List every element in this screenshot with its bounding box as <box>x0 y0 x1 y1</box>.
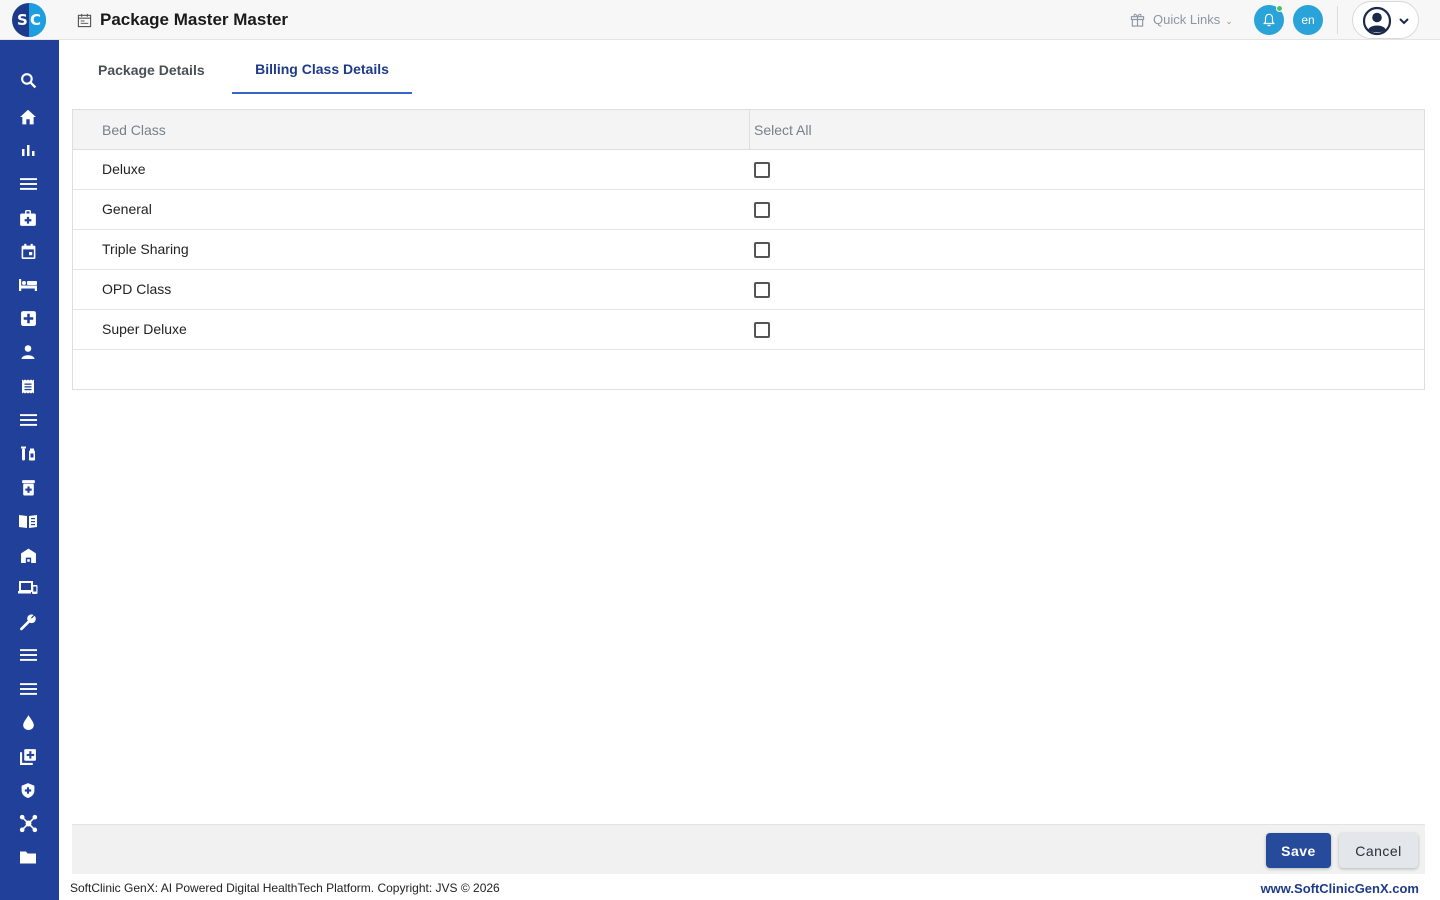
page-title: Package Master Master <box>100 10 289 29</box>
blood-drop-icon[interactable] <box>18 712 38 732</box>
quick-links-dropdown[interactable]: Quick Links ⌄ <box>1130 9 1233 29</box>
folder-icon[interactable] <box>18 847 38 867</box>
gift-icon <box>1130 13 1145 27</box>
bed-class-cell: General <box>102 201 152 217</box>
table-row: Triple Sharing <box>73 230 1424 270</box>
medical-cross-icon[interactable] <box>18 308 38 328</box>
language-button[interactable]: en <box>1293 5 1323 35</box>
tab-billing-class-details[interactable]: Billing Class Details <box>232 52 412 94</box>
caret-down-icon: ⌄ <box>1225 15 1233 26</box>
bed-class-checkbox[interactable] <box>754 322 770 338</box>
bed-class-checkbox[interactable] <box>754 242 770 258</box>
logo-letter-s: S <box>17 11 28 29</box>
menu-list-icon[interactable] <box>18 645 38 665</box>
column-divider <box>749 110 750 150</box>
page-form-icon <box>77 13 92 28</box>
bed-class-cell: Triple Sharing <box>102 241 189 257</box>
table-row: Deluxe <box>73 150 1424 190</box>
sidebar <box>0 40 59 900</box>
profile-menu-button[interactable] <box>1352 1 1419 39</box>
network-icon[interactable] <box>18 813 38 833</box>
devices-icon[interactable] <box>18 578 38 598</box>
pharmacy-icon[interactable] <box>18 477 38 497</box>
receipt-icon[interactable] <box>18 376 38 396</box>
tab-package-details[interactable]: Package Details <box>98 52 205 94</box>
medical-id-icon[interactable] <box>18 208 38 228</box>
column-header-bed-class: Bed Class <box>102 122 166 138</box>
bar-chart-icon[interactable] <box>18 140 38 160</box>
header-divider <box>1337 6 1338 34</box>
save-button[interactable]: Save <box>1266 833 1331 868</box>
bed-class-cell: OPD Class <box>102 281 172 297</box>
select-all-header[interactable]: Select All <box>754 110 812 150</box>
bed-class-cell: Super Deluxe <box>102 321 187 337</box>
bell-icon <box>1263 13 1275 27</box>
menu-list-icon[interactable] <box>18 679 38 699</box>
add-library-icon[interactable] <box>18 746 38 766</box>
wrench-icon[interactable] <box>18 612 38 632</box>
website-link[interactable]: www.SoftClinicGenX.com <box>1261 881 1419 897</box>
bed-class-checkbox[interactable] <box>754 162 770 178</box>
table-empty-row <box>73 350 1424 389</box>
bed-icon[interactable] <box>18 275 38 295</box>
menu-list-icon[interactable] <box>18 410 38 430</box>
user-avatar-icon <box>1362 6 1392 36</box>
book-icon[interactable] <box>18 511 38 531</box>
billing-class-table: Bed Class Select All Deluxe General Trip… <box>72 109 1425 390</box>
bed-class-checkbox[interactable] <box>754 282 770 298</box>
copyright-text: SoftClinic GenX: AI Powered Digital Heal… <box>70 881 500 895</box>
top-header: S C Package Master Master Quick Links ⌄ … <box>0 0 1440 40</box>
table-row: General <box>73 190 1424 230</box>
table-header: Bed Class Select All <box>73 110 1424 150</box>
bed-class-checkbox[interactable] <box>754 202 770 218</box>
chevron-down-icon <box>1399 18 1409 25</box>
logo-letter-c: C <box>30 11 42 29</box>
lab-vials-icon[interactable] <box>18 443 38 463</box>
table-row: OPD Class <box>73 270 1424 310</box>
bed-class-cell: Deluxe <box>102 161 146 177</box>
cancel-button[interactable]: Cancel <box>1339 833 1418 868</box>
quick-links-label: Quick Links <box>1153 11 1221 27</box>
person-icon[interactable] <box>18 342 38 362</box>
notification-status-dot <box>1276 5 1283 12</box>
menu-list-icon[interactable] <box>18 174 38 194</box>
store-icon[interactable] <box>18 545 38 565</box>
table-row: Super Deluxe <box>73 310 1424 350</box>
calendar-icon[interactable] <box>18 241 38 261</box>
action-bar: Save Cancel <box>72 824 1425 874</box>
shield-cross-icon[interactable] <box>18 780 38 800</box>
app-logo[interactable]: S C <box>12 3 46 37</box>
home-icon[interactable] <box>18 107 38 127</box>
search-icon[interactable] <box>18 70 38 90</box>
